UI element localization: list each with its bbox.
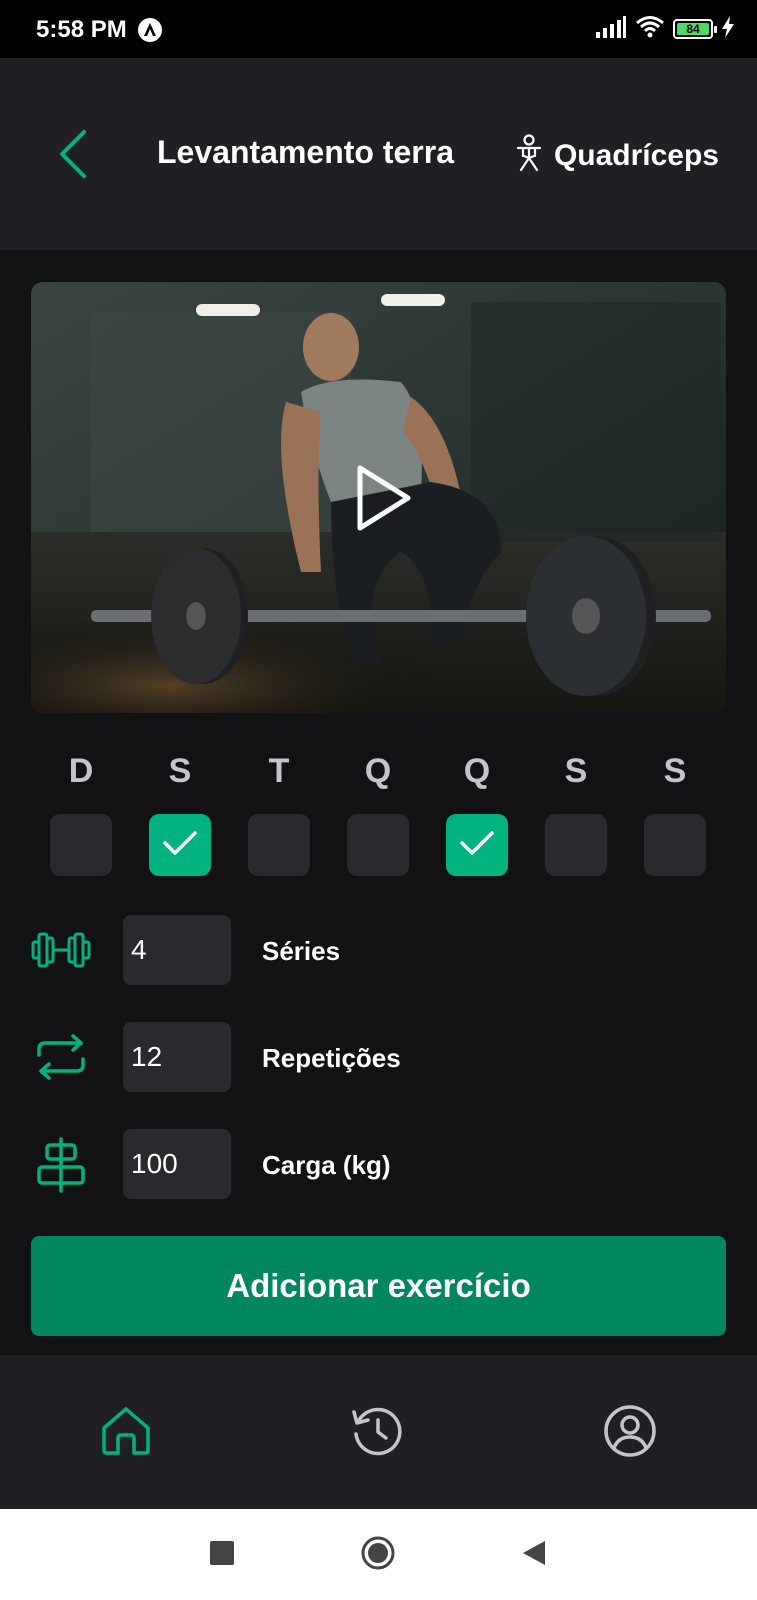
day-label-saturday: S (663, 752, 687, 790)
day-label-thursday: Q (463, 752, 491, 790)
day-label-friday: S (564, 752, 588, 790)
status-bar: 5:58 PM 84 (0, 0, 757, 58)
app-notification-icon (138, 18, 162, 42)
load-label: Carga (kg) (262, 1150, 391, 1180)
day-checkbox-monday[interactable] (149, 814, 211, 876)
reps-label: Repetições (262, 1043, 401, 1073)
add-exercise-button[interactable]: Adicionar exercício (31, 1236, 726, 1336)
muscle-group-label: Quadríceps (553, 138, 719, 172)
day-checkbox-saturday[interactable] (644, 814, 706, 876)
status-time: 5:58 PM (36, 16, 127, 43)
load-icon (31, 1135, 91, 1195)
nav-profile[interactable] (600, 1403, 660, 1463)
check-icon (459, 829, 495, 862)
reps-input[interactable]: 12 (123, 1022, 231, 1092)
day-checkbox-thursday[interactable] (446, 814, 508, 876)
home-icon (100, 1406, 152, 1461)
circle-icon (360, 1535, 396, 1576)
body-icon (514, 134, 544, 177)
day-label-wednesday: Q (364, 752, 392, 790)
history-icon (350, 1404, 404, 1463)
bottom-navigation (0, 1355, 757, 1509)
load-input[interactable]: 100 (123, 1129, 231, 1199)
home-system-button[interactable] (360, 1535, 396, 1576)
chevron-left-icon (56, 129, 88, 184)
system-navigation-bar (0, 1509, 757, 1600)
day-checkbox-sunday[interactable] (50, 814, 112, 876)
play-icon[interactable] (354, 464, 414, 532)
day-checkbox-wednesday[interactable] (347, 814, 409, 876)
day-checkbox-tuesday[interactable] (248, 814, 310, 876)
signal-icon (595, 15, 627, 43)
status-icons: 84 (595, 14, 735, 44)
square-icon (209, 1540, 235, 1571)
day-label-monday: S (168, 752, 192, 790)
check-icon (162, 829, 198, 862)
battery-level: 84 (677, 23, 709, 35)
recent-apps-button[interactable] (204, 1537, 240, 1573)
series-input[interactable]: 4 (123, 915, 231, 985)
day-checkbox-friday[interactable] (545, 814, 607, 876)
back-button[interactable] (48, 128, 96, 184)
dumbbell-icon (31, 920, 91, 980)
exercise-title: Levantamento terra (157, 134, 454, 170)
muscle-group: Quadríceps (514, 134, 719, 177)
exercise-header: Levantamento terra Quadríceps (0, 58, 757, 250)
day-label-tuesday: T (268, 752, 290, 790)
profile-icon (603, 1404, 657, 1463)
day-label-sunday: D (68, 752, 94, 790)
repeat-icon (31, 1027, 91, 1087)
back-system-button[interactable] (516, 1537, 552, 1573)
battery-icon: 84 (673, 19, 717, 39)
nav-home[interactable] (96, 1403, 156, 1463)
wifi-icon (635, 15, 665, 44)
triangle-back-icon (521, 1539, 547, 1572)
charging-icon (721, 15, 735, 43)
nav-history[interactable] (347, 1403, 407, 1463)
series-label: Séries (262, 936, 341, 966)
